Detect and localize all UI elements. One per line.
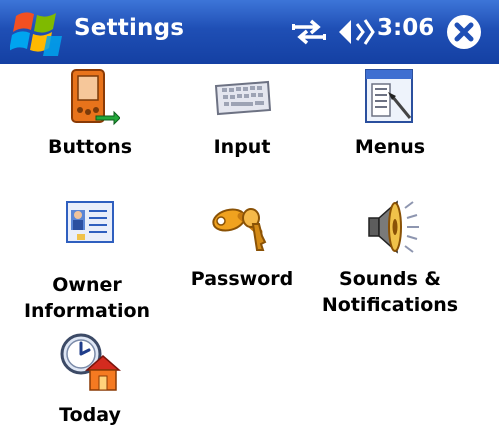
title-bar: Settings 3:06 [0, 0, 499, 64]
status-clock[interactable]: 3:06 [377, 15, 434, 41]
settings-item-label-line2: Information [23, 300, 151, 322]
settings-item-password[interactable]: Password [172, 194, 312, 292]
clock-home-icon [60, 333, 121, 391]
settings-item-label: Today [59, 404, 121, 426]
settings-item-menus[interactable]: Menus [330, 66, 450, 160]
settings-item-owner-information[interactable]: Owner Information [12, 196, 162, 324]
settings-item-input[interactable]: Input [182, 66, 302, 160]
close-icon[interactable] [445, 13, 483, 51]
windows-flag-icon[interactable] [10, 6, 64, 58]
settings-item-label: Menus [354, 136, 426, 158]
connectivity-arrows-icon[interactable] [291, 18, 327, 46]
pda-buttons-icon [71, 69, 120, 126]
owner-card-icon [66, 201, 114, 243]
settings-item-label-line1: Sounds & [339, 268, 441, 290]
settings-item-label-line2: Notifications [321, 294, 459, 316]
menu-window-icon [365, 69, 413, 123]
keys-icon [212, 208, 267, 251]
settings-item-sounds-notifications[interactable]: Sounds & Notifications [312, 194, 468, 318]
speaker-icon [368, 200, 419, 254]
settings-item-label: Input [213, 136, 271, 158]
app-title: Settings [74, 15, 185, 41]
speaker-volume-icon[interactable] [337, 16, 375, 48]
settings-item-label-line1: Owner [52, 274, 122, 296]
settings-item-today[interactable]: Today [30, 330, 150, 428]
settings-item-label: Buttons [47, 136, 133, 158]
settings-item-buttons[interactable]: Buttons [30, 66, 150, 160]
settings-item-label: Password [190, 268, 294, 290]
keyboard-icon [214, 80, 272, 116]
